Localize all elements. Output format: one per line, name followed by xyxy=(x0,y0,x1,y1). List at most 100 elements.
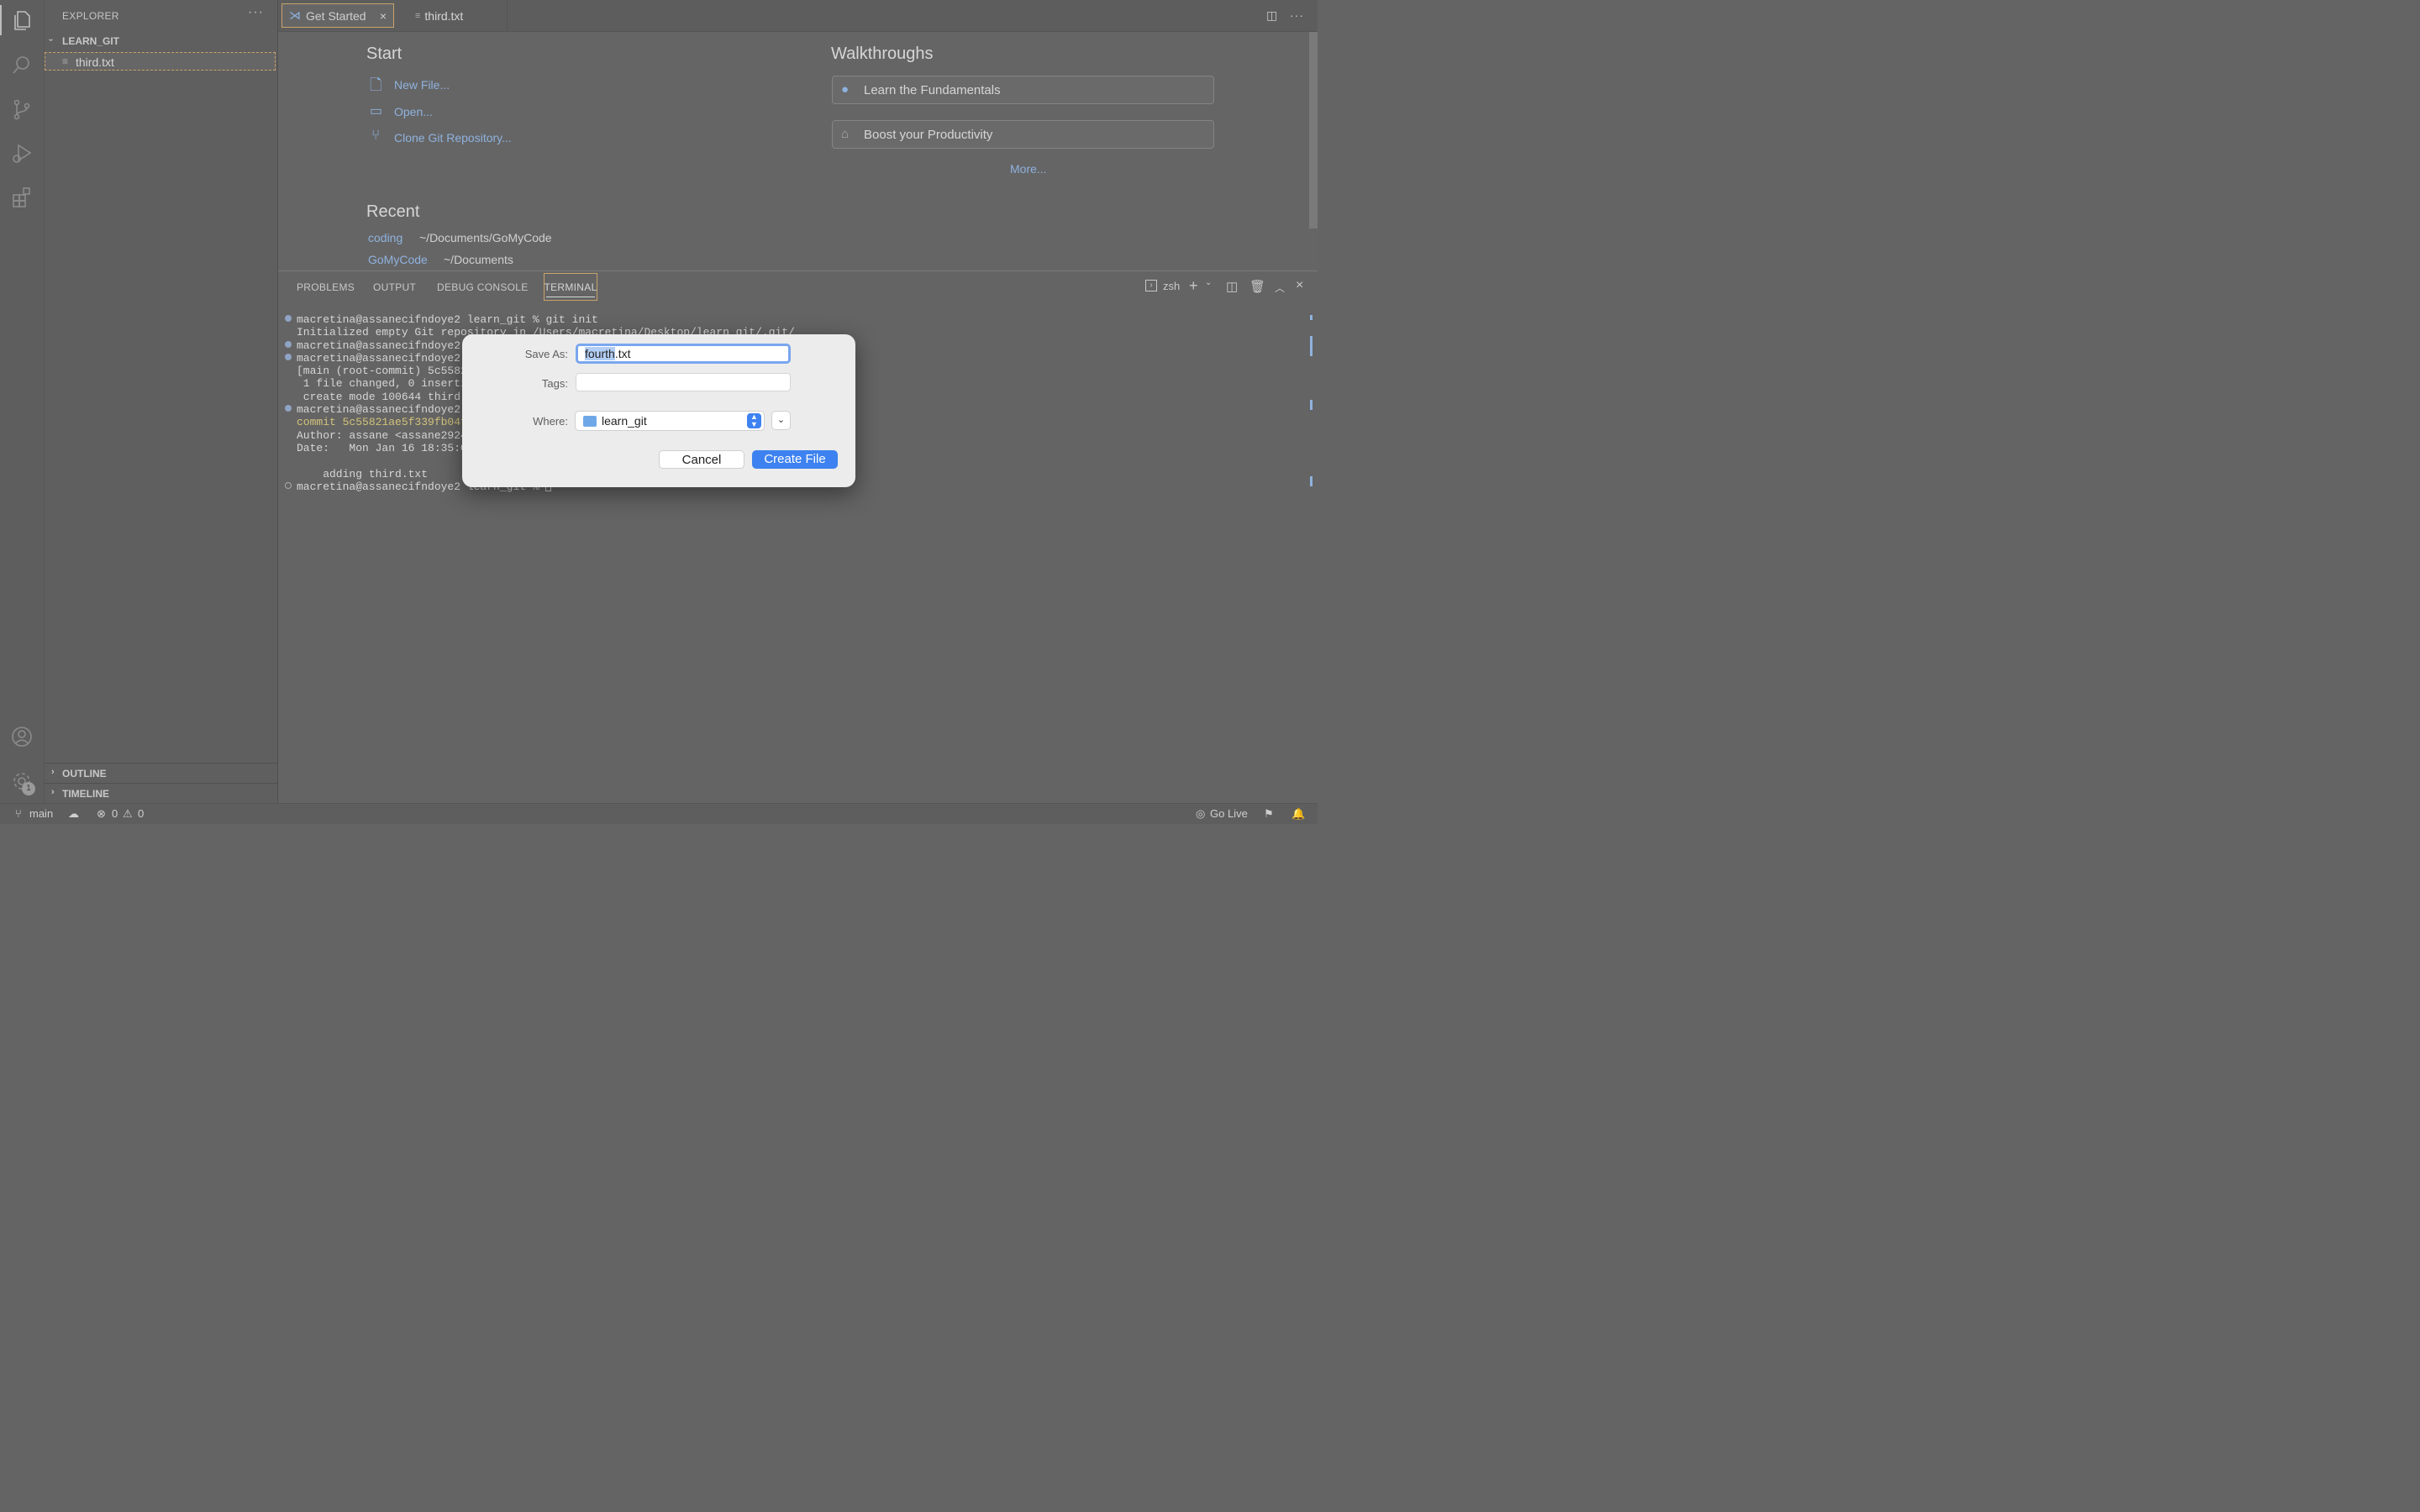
scroll-marker xyxy=(1310,315,1313,320)
folder-icon xyxy=(583,416,597,427)
start-heading: Start xyxy=(366,45,402,63)
tab-get-started[interactable]: ⋊ Get Started × xyxy=(281,3,394,28)
outline-section[interactable]: › OUTLINE xyxy=(45,763,277,782)
shell-name[interactable]: zsh xyxy=(1163,280,1180,292)
scroll-marker xyxy=(1310,476,1313,486)
tab-debug-console[interactable]: DEBUG CONSOLE xyxy=(437,281,529,293)
file-label: third.txt xyxy=(76,55,114,69)
recent-item-gomycode[interactable]: GoMyCode xyxy=(368,253,428,266)
tab-third-txt[interactable]: ≡ third.txt xyxy=(400,0,508,31)
chevron-down-icon[interactable]: ⌄ xyxy=(1205,278,1212,287)
git-branch-icon: ⑂ xyxy=(371,127,381,143)
terminal-line-text: commit 5c55821ae5f339fb04f xyxy=(297,416,467,429)
bell-icon[interactable]: 🔔 xyxy=(1292,807,1305,821)
terminal-line: macretina@assanecifndoye2 learn_git % gi… xyxy=(285,313,795,326)
terminal-line-text: Author: assane <assane2924 xyxy=(297,428,467,442)
branch-name[interactable]: main xyxy=(29,807,53,820)
terminal-line-text: create mode 100644 third. xyxy=(297,390,467,403)
close-icon[interactable]: × xyxy=(380,9,387,23)
settings-gear-icon[interactable] xyxy=(0,761,44,801)
editor-tab-bar: ⋊ Get Started × ≡ third.txt ◫ ··· xyxy=(278,0,1318,32)
timeline-section[interactable]: › TIMELINE xyxy=(45,783,277,802)
extensions-icon[interactable] xyxy=(0,177,44,218)
cancel-button[interactable]: Cancel xyxy=(659,450,744,469)
tags-label: Tags: xyxy=(541,377,568,390)
terminal-status-dot-icon xyxy=(285,315,292,322)
terminal-line-text: [main (root-commit) 5c5582 xyxy=(297,365,467,378)
save-as-label: Save As: xyxy=(524,348,568,360)
new-terminal-icon[interactable]: + xyxy=(1189,277,1198,295)
clone-repo-link[interactable]: Clone Git Repository... xyxy=(394,131,512,144)
status-bar: ⑂ main ☁ ⊗ 0 ⚠ 0 ◎ Go Live ⚑ 🔔 xyxy=(0,803,1318,824)
terminal-icon: › xyxy=(1145,280,1157,291)
folder-label: LEARN_GIT xyxy=(62,35,120,47)
warning-count[interactable]: 0 xyxy=(138,807,144,820)
walkthroughs-heading: Walkthroughs xyxy=(831,45,934,63)
tab-label: Get Started xyxy=(306,8,366,23)
lightbulb-icon: ● xyxy=(841,82,850,97)
new-file-icon: 🗋 xyxy=(370,76,382,93)
create-file-button[interactable]: Create File xyxy=(752,450,838,469)
tab-label: third.txt xyxy=(424,8,464,23)
terminal-line-text: Date: Mon Jan 16 18:35:0 xyxy=(297,441,467,454)
search-icon[interactable] xyxy=(0,45,44,85)
stepper-icon: ▲ ▼ xyxy=(747,413,761,428)
warning-icon: ⚠ xyxy=(123,807,133,820)
terminal-line-text: macretina@assanecifndoye2 xyxy=(297,351,461,365)
trash-icon[interactable]: 🗑 xyxy=(1249,279,1265,294)
walkthrough-fundamentals[interactable]: ● Learn the Fundamentals xyxy=(832,76,1214,104)
split-terminal-icon[interactable]: ◫ xyxy=(1226,279,1238,294)
editor-scrollbar[interactable] xyxy=(1309,32,1318,228)
new-file-link[interactable]: New File... xyxy=(394,78,450,92)
error-icon: ⊗ xyxy=(97,807,106,820)
text-file-icon: ≡ xyxy=(415,10,421,21)
outline-label: OUTLINE xyxy=(62,768,107,780)
maximize-panel-icon[interactable]: ︿ xyxy=(1275,281,1285,295)
account-icon[interactable] xyxy=(0,717,44,757)
tab-problems[interactable]: PROBLEMS xyxy=(297,281,355,293)
source-control-icon[interactable] xyxy=(0,89,44,129)
scroll-marker xyxy=(1310,336,1313,356)
more-actions-icon[interactable]: ··· xyxy=(1290,8,1304,22)
settings-badge: 1 xyxy=(22,782,35,795)
error-count[interactable]: 0 xyxy=(112,807,118,820)
git-branch-icon: ⑂ xyxy=(15,807,22,820)
split-editor-icon[interactable]: ◫ xyxy=(1266,8,1277,23)
explorer-sidebar: EXPLORER ··· › LEARN_GIT ≡ third.txt › O… xyxy=(45,0,278,803)
walkthrough-productivity[interactable]: ⌂ Boost your Productivity xyxy=(832,120,1214,149)
save-as-input[interactable]: fourth.txt xyxy=(576,344,791,364)
more-walkthroughs-link[interactable]: More... xyxy=(1010,162,1047,176)
terminal-status-dot-icon xyxy=(285,481,292,489)
terminal-status-dot-icon xyxy=(285,340,292,348)
selected-filename: fourth xyxy=(585,347,615,360)
where-label: Where: xyxy=(533,415,568,428)
tags-input[interactable] xyxy=(576,373,791,391)
tab-output[interactable]: OUTPUT xyxy=(373,281,416,293)
filename-extension: .txt xyxy=(614,347,631,360)
folder-learn-git[interactable]: › LEARN_GIT xyxy=(45,34,277,50)
text-file-icon: ≡ xyxy=(62,55,69,67)
expand-dialog-button[interactable]: ⌄ xyxy=(771,411,791,430)
close-panel-icon[interactable]: × xyxy=(1296,278,1303,293)
explorer-icon[interactable] xyxy=(0,0,44,40)
sync-cloud-icon[interactable]: ☁ xyxy=(68,807,79,821)
terminal-line-text: macretina@assanecifndoye2 xyxy=(297,339,461,352)
chevron-right-icon: › xyxy=(51,787,55,797)
explorer-more-icon[interactable]: ··· xyxy=(248,5,264,20)
folder-open-icon: ▭ xyxy=(370,104,383,118)
chevron-right-icon: › xyxy=(51,767,55,777)
terminal-line-text: macretina@assanecifndoye2 learn_git % gi… xyxy=(297,313,598,326)
open-link[interactable]: Open... xyxy=(394,105,433,118)
terminal-line-text: macretina@assanecifndoye2 xyxy=(297,403,461,417)
recent-item-coding[interactable]: coding xyxy=(368,231,402,244)
run-debug-icon[interactable] xyxy=(0,133,44,173)
explorer-title: EXPLORER xyxy=(62,10,119,22)
file-item-third-txt[interactable]: ≡ third.txt xyxy=(45,52,276,71)
timeline-label: TIMELINE xyxy=(62,788,109,800)
vscode-logo-icon: ⋊ xyxy=(289,8,301,22)
where-select[interactable]: learn_git ▲ ▼ xyxy=(575,411,765,431)
tab-terminal[interactable]: TERMINAL xyxy=(544,273,597,301)
feedback-icon[interactable]: ⚑ xyxy=(1264,807,1274,821)
walkthrough-label: Boost your Productivity xyxy=(864,128,993,142)
go-live-button[interactable]: Go Live xyxy=(1210,807,1248,820)
